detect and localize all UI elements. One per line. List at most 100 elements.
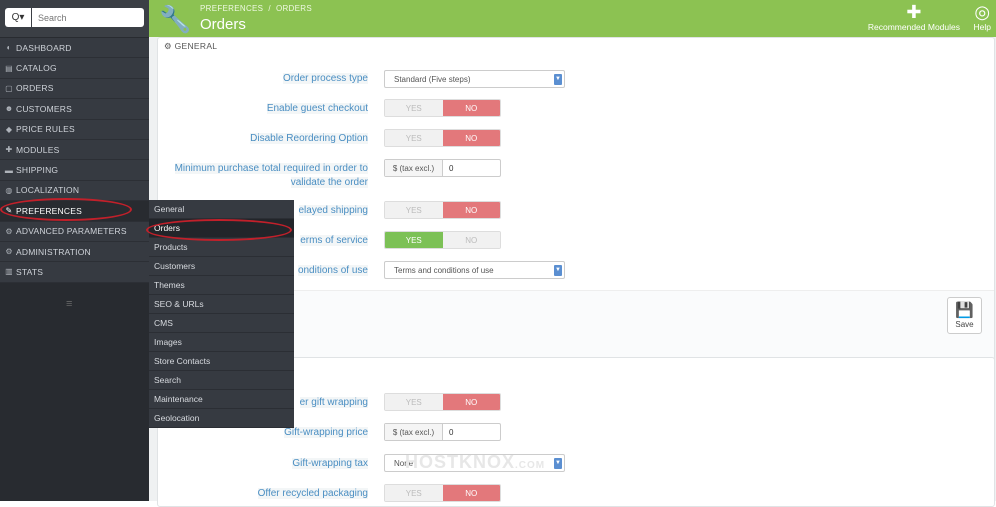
toggle-no[interactable]: NO (442, 100, 500, 116)
toggle-no[interactable]: NO (442, 202, 500, 218)
submenu-item-store-contacts[interactable]: Store Contacts (149, 352, 294, 371)
sidebar-item-price-rules[interactable]: ◆ PRICE RULES (0, 120, 149, 140)
submenu-item-themes[interactable]: Themes (149, 276, 294, 295)
sidebar-item-customers[interactable]: ☻ CUSTOMERS (0, 99, 149, 120)
submenu-item-search[interactable]: Search (149, 371, 294, 390)
guest-checkout-toggle[interactable]: YES NO (384, 99, 501, 117)
breadcrumb-preferences[interactable]: PREFERENCES (200, 4, 263, 13)
highlight-oval-preferences (0, 198, 132, 221)
save-button[interactable]: 💾 Save (947, 297, 982, 334)
sidebar-item-label: MODULES (16, 144, 60, 155)
dashboard-icon: ◐ (6, 43, 12, 53)
gift-price-field[interactable]: $ (tax excl.) 0 (384, 423, 501, 441)
sidebar-item-shipping[interactable]: ▬ SHIPPING (0, 160, 149, 181)
search-input[interactable] (32, 8, 144, 27)
chevron-down-icon: ▼ (554, 458, 562, 469)
sidebar-item-label: DASHBOARD (16, 42, 72, 53)
min-purchase-label: Minimum purchase total required in order… (174, 163, 368, 188)
sidebar-item-catalog[interactable]: ▤ CATALOG (0, 58, 149, 79)
cogs-icon: ⚙ (164, 41, 172, 51)
sidebar-item-label: ADMINISTRATION (16, 246, 91, 257)
sidebar-item-advanced-parameters[interactable]: ⚙ ADVANCED PARAMETERS (0, 222, 149, 242)
toggle-no[interactable]: NO (442, 394, 500, 410)
gift-price-label: Gift-wrapping price (284, 427, 368, 438)
panel-heading: ⚙ GENERAL (164, 41, 217, 52)
guest-checkout-label: Enable guest checkout (266, 103, 368, 114)
chevron-down-icon: ▼ (554, 74, 562, 85)
price-rules-icon: ◆ (5, 124, 13, 134)
min-purchase-field[interactable]: $ (tax excl.) 0 (384, 159, 501, 177)
gift-wrapping-toggle[interactable]: YES NO (384, 393, 501, 411)
sidebar-item-administration[interactable]: ⚙ ADMINISTRATION (0, 242, 149, 263)
delayed-shipping-toggle[interactable]: YES NO (384, 201, 501, 219)
orders-icon: ▢ (5, 83, 13, 93)
stats-icon: ▥ (5, 267, 13, 277)
toggle-no[interactable]: NO (442, 232, 500, 248)
cog-icon: ⚙ (5, 247, 13, 257)
recycled-packaging-toggle[interactable]: YES NO (384, 484, 501, 502)
sidebar-item-label: STATS (16, 266, 44, 277)
reordering-label: Disable Reordering Option (250, 133, 368, 144)
terms-toggle[interactable]: YES NO (384, 231, 501, 249)
modules-icon: ✚ (5, 145, 13, 155)
submenu-item-customers[interactable]: Customers (149, 257, 294, 276)
globe-icon: ◍ (5, 185, 13, 195)
catalog-icon: ▤ (5, 63, 13, 73)
help-label: Help (973, 22, 991, 32)
chevron-down-icon: ▼ (554, 265, 562, 276)
reordering-toggle[interactable]: YES NO (384, 129, 501, 147)
submenu-item-images[interactable]: Images (149, 333, 294, 352)
sidebar-item-orders[interactable]: ▢ ORDERS (0, 79, 149, 100)
breadcrumb: PREFERENCES / ORDERS (200, 4, 312, 13)
gift-tax-label: Gift-wrapping tax (292, 458, 368, 469)
toggle-yes[interactable]: YES (385, 485, 443, 501)
toggle-no[interactable]: NO (442, 130, 500, 146)
currency-prefix: $ (tax excl.) (385, 160, 443, 176)
watermark: HOSTKNOX.COM (405, 452, 546, 472)
save-label: Save (955, 320, 974, 329)
sidebar-item-label: SHIPPING (16, 165, 59, 176)
panel-heading-label: GENERAL (174, 41, 218, 51)
sidebar-item-label: CATALOG (16, 63, 57, 74)
sidebar-item-dashboard[interactable]: ◐ DASHBOARD (0, 38, 149, 59)
sidebar-item-label: LOCALIZATION (16, 185, 80, 196)
sidebar-item-stats[interactable]: ▥ STATS (0, 262, 149, 283)
wrench-icon: 🔧 (159, 4, 192, 34)
collapse-menu-icon[interactable]: ≡ (66, 298, 72, 310)
gift-price-input[interactable]: 0 (443, 424, 453, 440)
page-header: 🔧 PREFERENCES / ORDERS Orders ✚ Recommen… (149, 0, 996, 37)
sidebar-item-label: CUSTOMERS (16, 103, 72, 114)
min-purchase-input[interactable]: 0 (443, 160, 453, 176)
conditions-select[interactable]: Terms and conditions of use ▼ (384, 261, 565, 279)
submenu-item-general[interactable]: General (149, 200, 294, 219)
customers-icon: ☻ (4, 104, 14, 114)
toggle-yes[interactable]: YES (385, 394, 443, 410)
toggle-yes[interactable]: YES (385, 100, 443, 116)
main-menu: ◐ DASHBOARD ▤ CATALOG ▢ ORDERS ☻ CUSTOMERS ◆… (0, 38, 149, 283)
currency-prefix: $ (tax excl.) (385, 424, 443, 440)
highlight-oval-orders (146, 219, 292, 241)
sidebar-item-label: ADVANCED PARAMETERS (16, 226, 127, 237)
puzzle-icon: ✚ (906, 2, 922, 22)
sidebar-item-modules[interactable]: ✚ MODULES (0, 140, 149, 161)
breadcrumb-orders: ORDERS (275, 4, 312, 13)
toggle-yes[interactable]: YES (385, 202, 443, 218)
submenu-item-cms[interactable]: CMS (149, 314, 294, 333)
recommended-modules-label: Recommended Modules (867, 22, 960, 32)
submenu-item-maintenance[interactable]: Maintenance (149, 390, 294, 409)
recommended-modules-button[interactable]: ✚ Recommended Modules (868, 2, 960, 32)
toggle-no[interactable]: NO (442, 485, 500, 501)
shipping-icon: ▬ (4, 165, 14, 175)
page-title: Orders (200, 16, 246, 33)
order-process-label: Order process type (282, 73, 368, 84)
toggle-yes[interactable]: YES (385, 130, 443, 146)
toggle-yes[interactable]: YES (385, 232, 443, 248)
sidebar: Q▾ ◐ DASHBOARD ▤CATALOG ▢ORDERS ☻CUSTOMER… (0, 0, 149, 501)
search-bar: Q▾ (0, 0, 149, 37)
submenu-item-seo-urls[interactable]: SEO & URLs (149, 295, 294, 314)
help-button[interactable]: ◎ Help (974, 2, 991, 32)
search-type-toggle[interactable]: Q▾ (5, 8, 31, 27)
breadcrumb-separator: / (268, 4, 271, 13)
order-process-select[interactable]: Standard (Five steps) ▼ (384, 70, 565, 88)
submenu-item-geolocation[interactable]: Geolocation (149, 409, 294, 428)
